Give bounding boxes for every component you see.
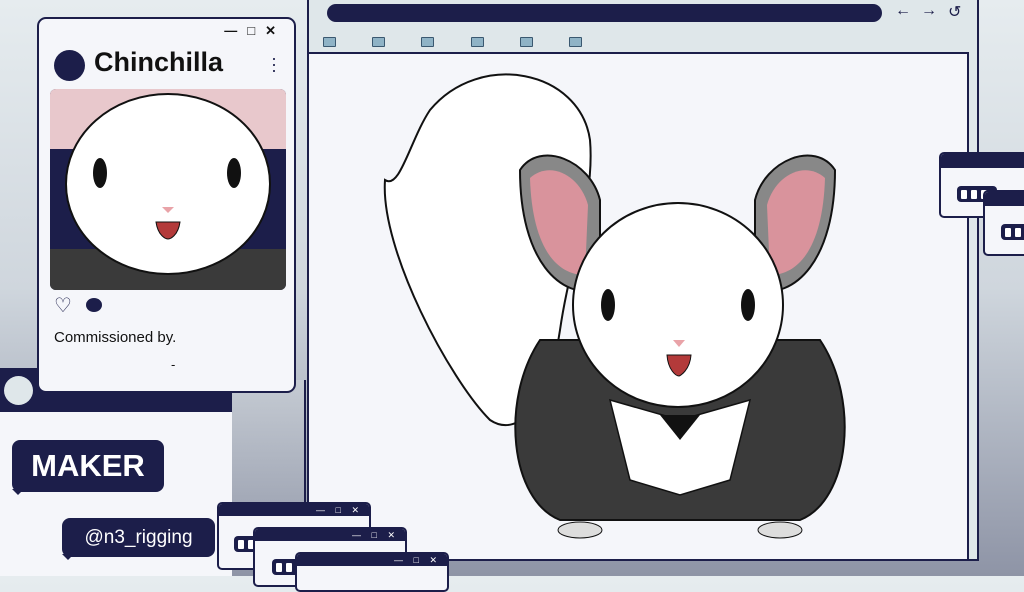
heart-icon[interactable]: ♡ (54, 293, 72, 318)
mini-window-controls[interactable]: — □ ✕ (255, 529, 405, 541)
maker-handle-badge[interactable]: @n3_rigging (62, 518, 215, 560)
left-foot (557, 521, 603, 539)
chinchilla-illustration (383, 73, 846, 539)
page-title: Chinchilla (94, 47, 224, 77)
kebab-menu-icon[interactable]: · · · (271, 49, 277, 79)
mini-window-bar (985, 192, 1024, 206)
maker-label: MAKER (31, 448, 145, 483)
maker-handle[interactable]: @n3_rigging (62, 518, 215, 557)
mini-window-controls[interactable]: — □ ✕ (297, 554, 447, 566)
folder-icon[interactable] (569, 37, 582, 47)
commissioner: - (171, 357, 176, 372)
maker-badge: MAKER (12, 440, 164, 495)
mini-window-controls[interactable]: — □ ✕ (219, 504, 369, 516)
mini-window (983, 190, 1024, 256)
avatar (54, 50, 85, 81)
speech-bubble-icon[interactable] (86, 298, 102, 312)
folder-icon[interactable] (471, 37, 484, 47)
url-bar[interactable] (327, 4, 882, 22)
back-arrow-icon[interactable]: ← (895, 2, 911, 20)
maximize-button[interactable]: □ (247, 23, 265, 38)
profile-image (50, 89, 286, 290)
mini-window-bar (941, 154, 1024, 168)
forward-arrow-icon[interactable]: → (921, 2, 937, 20)
folder-icon[interactable] (421, 37, 434, 47)
refresh-icon[interactable]: ↺ (948, 2, 961, 22)
folder-icon[interactable] (372, 37, 385, 47)
folder-icon[interactable] (323, 37, 336, 47)
profile-card: —□✕ Chinchilla · · · ♡ Commissioned by. - (37, 17, 296, 393)
right-eye (741, 289, 755, 321)
close-button[interactable]: ✕ (265, 23, 286, 38)
left-eye (601, 289, 615, 321)
band-circle (4, 376, 33, 405)
right-foot (757, 521, 803, 539)
caption: Commissioned by. (54, 329, 177, 346)
minimize-button[interactable]: — (224, 23, 247, 38)
window-controls[interactable]: —□✕ (224, 23, 286, 39)
mini-window: — □ ✕ (295, 552, 449, 592)
mini-window-pill (1001, 224, 1024, 240)
folder-icon[interactable] (520, 37, 533, 47)
